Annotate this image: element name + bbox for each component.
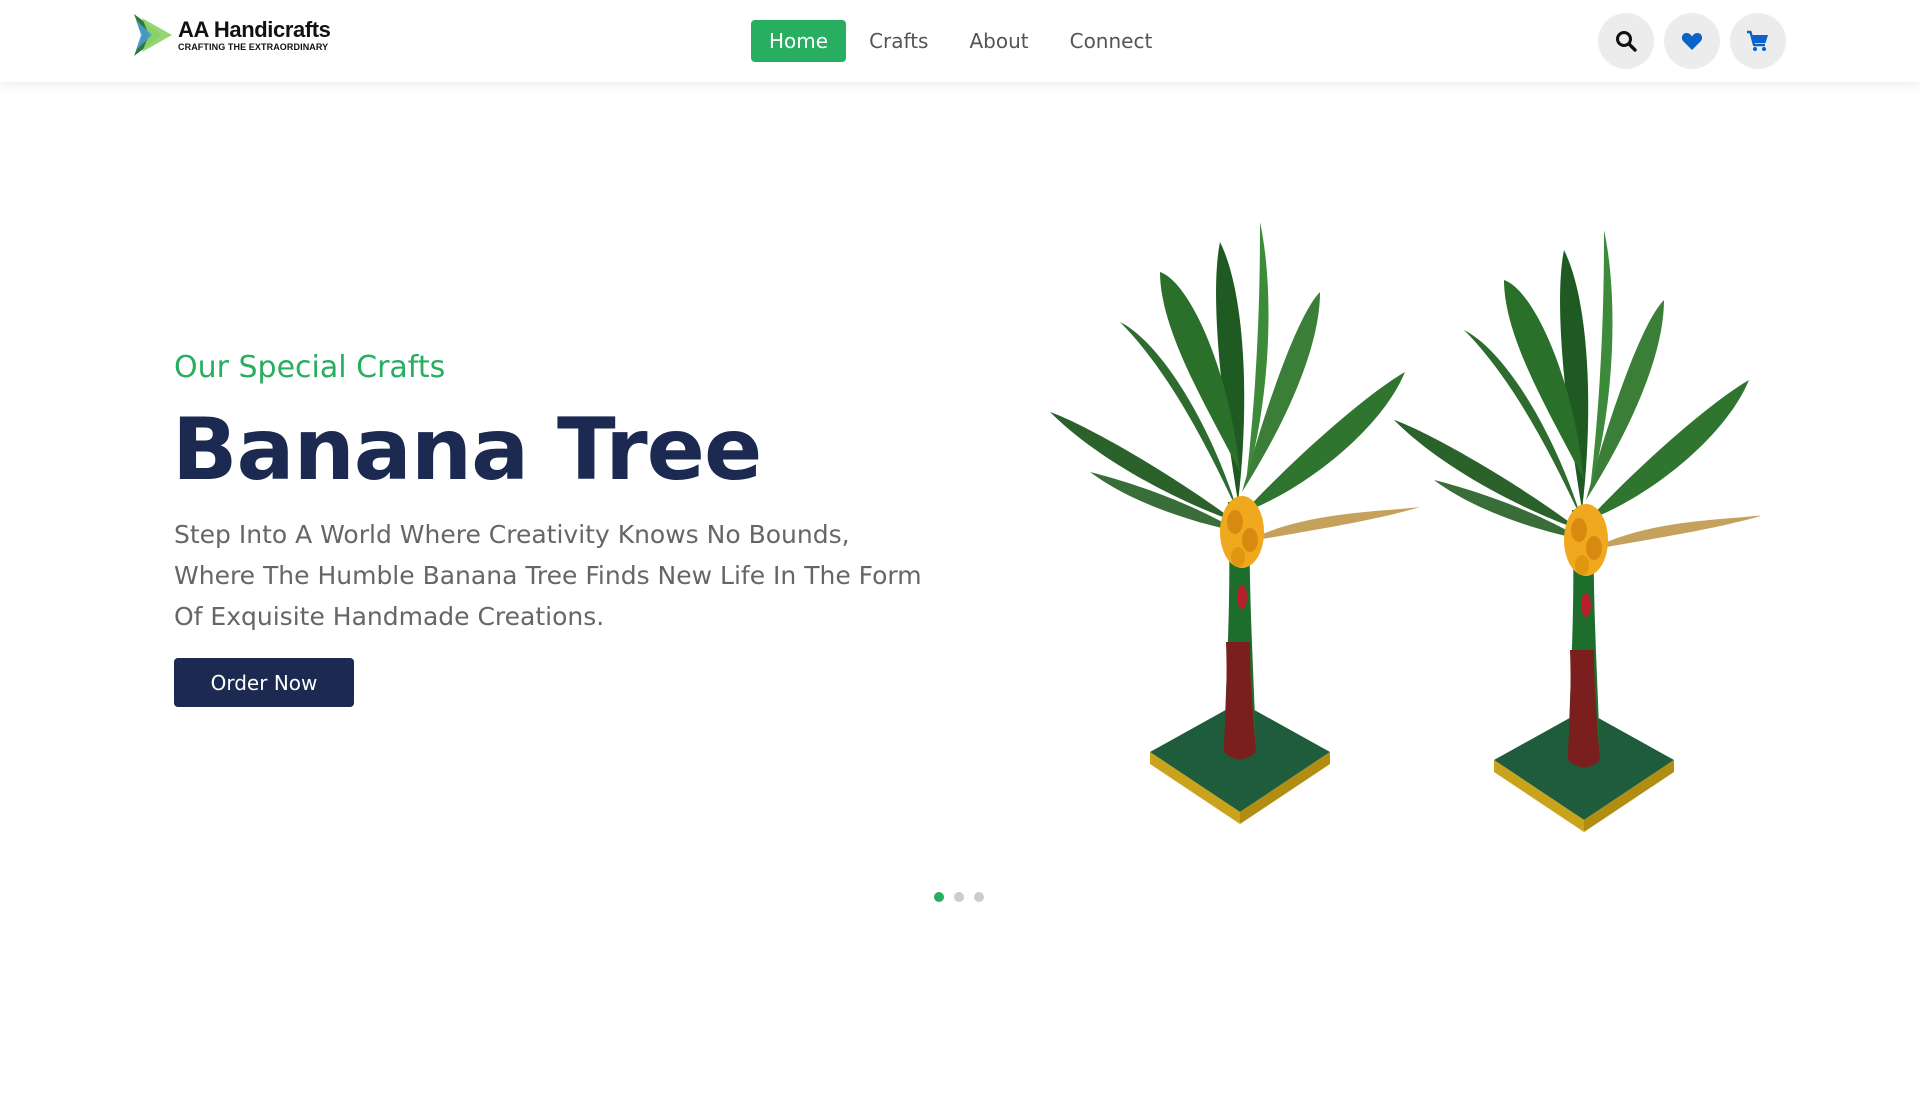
cart-icon: [1747, 30, 1768, 51]
nav-connect[interactable]: Connect: [1052, 20, 1171, 62]
nav-home[interactable]: Home: [751, 20, 847, 62]
order-now-button[interactable]: Order Now: [174, 658, 354, 707]
search-button[interactable]: [1598, 13, 1654, 69]
hero-title: Banana Tree: [172, 400, 762, 500]
logo-arrow-icon: [134, 14, 172, 56]
heart-icon: [1681, 33, 1703, 50]
main-nav: Home Crafts About Connect: [751, 20, 1170, 62]
header-actions: [1598, 13, 1796, 69]
hero-description: Step Into A World Where Creativity Knows…: [174, 520, 922, 631]
carousel-dot-2[interactable]: [954, 892, 964, 902]
brand-name: AA Handicrafts: [178, 17, 331, 42]
carousel-dot-3[interactable]: [974, 892, 984, 902]
banana-tree-product-image: [1050, 222, 1760, 832]
carousel-indicators: [934, 892, 994, 902]
nav-about[interactable]: About: [951, 20, 1046, 62]
wishlist-button[interactable]: [1664, 13, 1720, 69]
hero-section: Our Special Crafts Banana Tree Step Into…: [0, 82, 1920, 952]
brand-tagline: CRAFTING THE EXTRAORDINARY: [178, 42, 329, 52]
search-icon: [1616, 31, 1637, 52]
cart-button[interactable]: [1730, 13, 1786, 69]
carousel-dot-1[interactable]: [934, 892, 944, 902]
site-header: AA Handicrafts CRAFTING THE EXTRAORDINAR…: [0, 0, 1920, 82]
hero-subtitle: Our Special Crafts: [174, 350, 446, 385]
nav-crafts[interactable]: Crafts: [851, 20, 946, 62]
brand-logo[interactable]: AA Handicrafts CRAFTING THE EXTRAORDINAR…: [132, 12, 331, 58]
